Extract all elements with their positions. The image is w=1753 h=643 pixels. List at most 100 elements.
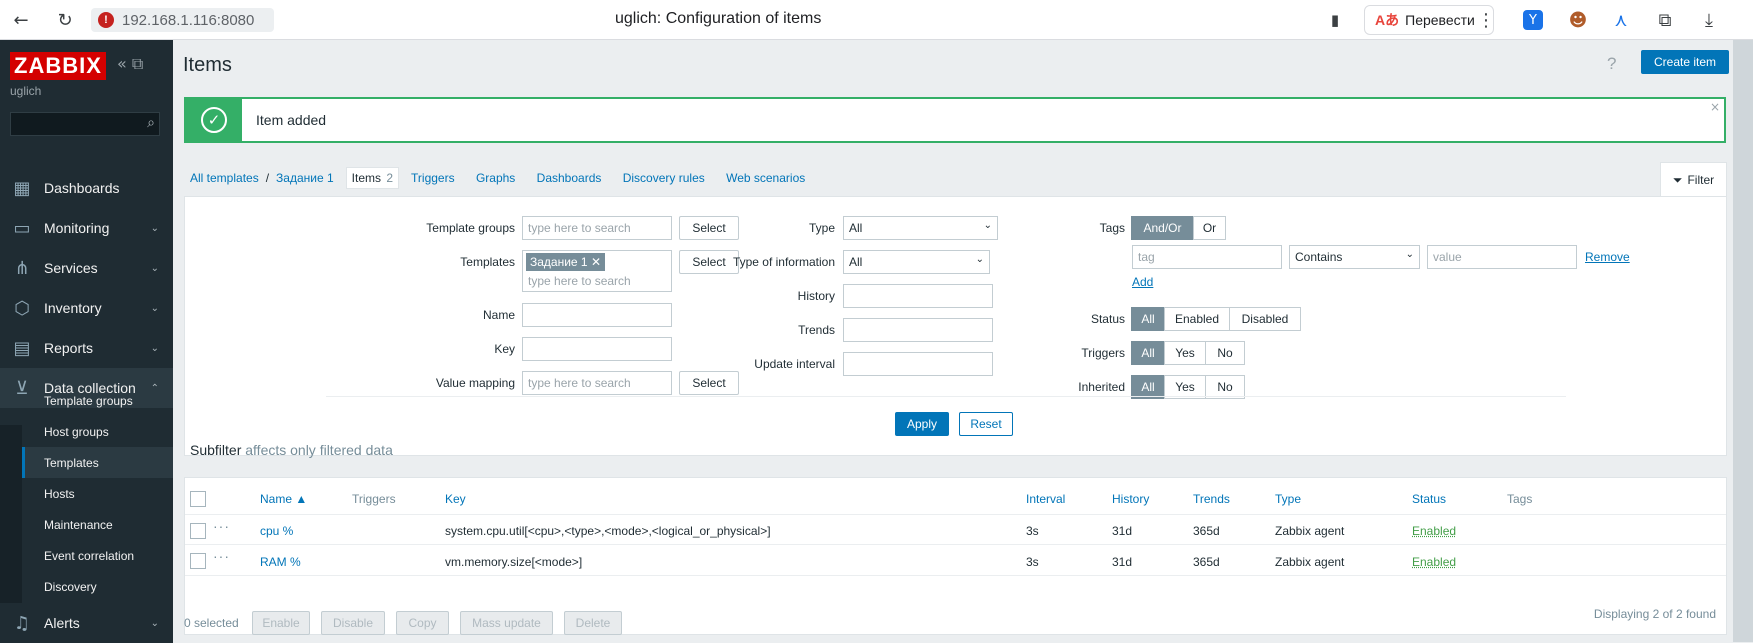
template-chip-label: Задание 1 bbox=[530, 255, 588, 269]
trends-input[interactable] bbox=[843, 318, 993, 342]
item-trends: 365d bbox=[1193, 555, 1220, 569]
select-all-checkbox[interactable] bbox=[190, 491, 206, 507]
enable-button[interactable]: Enable bbox=[252, 611, 310, 635]
subfilter-title: Subfilter bbox=[190, 442, 242, 458]
status-enabled-option[interactable]: Enabled bbox=[1164, 307, 1230, 331]
value-mapping-input[interactable]: type here to search bbox=[522, 371, 672, 395]
mass-update-button[interactable]: Mass update bbox=[460, 611, 553, 635]
templates-label: Templates bbox=[460, 255, 515, 269]
sidebar-search-input[interactable]: ⌕ bbox=[10, 112, 160, 136]
row-menu-icon[interactable]: ··· bbox=[213, 518, 230, 534]
column-header-interval[interactable]: Interval bbox=[1026, 492, 1065, 506]
item-status-toggle[interactable]: Enabled bbox=[1412, 555, 1456, 569]
tags-evaltype-toggle: And/Or Or bbox=[1131, 216, 1226, 240]
triggers-yes-option[interactable]: Yes bbox=[1164, 341, 1206, 365]
tab-items[interactable]: Items 2 bbox=[345, 167, 400, 189]
extension-avatar-icon[interactable]: ☻ bbox=[1566, 8, 1590, 32]
row-checkbox[interactable] bbox=[190, 523, 206, 539]
menu-item-services[interactable]: ⋔ Services ⌄ bbox=[0, 248, 173, 288]
reset-button[interactable]: Reset bbox=[959, 412, 1013, 436]
column-header-status[interactable]: Status bbox=[1412, 492, 1446, 506]
column-header-history[interactable]: History bbox=[1112, 492, 1149, 506]
triggers-all-option[interactable]: All bbox=[1131, 341, 1165, 365]
column-header-key[interactable]: Key bbox=[445, 492, 466, 506]
add-tag-link[interactable]: Add bbox=[1132, 275, 1153, 289]
chevron-down-icon: ⌄ bbox=[150, 262, 159, 274]
tags-or-option[interactable]: Or bbox=[1193, 216, 1226, 240]
more-icon[interactable]: ⋮ bbox=[1474, 8, 1498, 32]
collapse-sidebar-icon[interactable]: « ⧉ bbox=[117, 54, 143, 74]
menu-item-alerts[interactable]: ♫ Alerts ⌄ bbox=[0, 603, 173, 643]
submenu-maintenance[interactable]: Maintenance bbox=[22, 509, 173, 540]
create-item-button[interactable]: Create item bbox=[1641, 50, 1729, 74]
help-icon[interactable]: ? bbox=[1607, 54, 1616, 74]
submenu-event-correlation[interactable]: Event correlation bbox=[22, 540, 173, 571]
chevron-down-icon: ⌄ bbox=[150, 342, 159, 354]
tab-dashboards[interactable]: Dashboards bbox=[537, 171, 602, 185]
item-type: Zabbix agent bbox=[1275, 524, 1345, 538]
type-select[interactable]: All ⌄ bbox=[843, 216, 998, 240]
bookmark-icon[interactable]: ▮ bbox=[1323, 8, 1347, 32]
extension-y-icon[interactable]: Y bbox=[1523, 10, 1543, 30]
success-icon-box: ✓ bbox=[186, 99, 242, 141]
template-groups-label: Template groups bbox=[426, 221, 515, 235]
apply-button[interactable]: Apply bbox=[895, 412, 949, 436]
menu-item-dashboards[interactable]: ▦ Dashboards bbox=[0, 168, 173, 208]
status-disabled-option[interactable]: Disabled bbox=[1229, 307, 1301, 331]
item-name-link[interactable]: cpu % bbox=[260, 524, 293, 538]
tag-name-input[interactable]: tag bbox=[1132, 245, 1282, 269]
extensions-icon[interactable]: ⧉ bbox=[1653, 8, 1677, 32]
menu-item-reports[interactable]: ▤ Reports ⌄ bbox=[0, 328, 173, 368]
not-secure-icon[interactable]: ! bbox=[98, 12, 114, 28]
value-mapping-select-button[interactable]: Select bbox=[679, 371, 739, 395]
address-bar[interactable]: ! 192.168.1.116:8080 bbox=[91, 8, 274, 32]
tab-triggers[interactable]: Triggers bbox=[411, 171, 455, 185]
tag-value-input[interactable]: value bbox=[1427, 245, 1577, 269]
menu-item-inventory[interactable]: ⬡ Inventory ⌄ bbox=[0, 288, 173, 328]
delete-button[interactable]: Delete bbox=[564, 611, 622, 635]
download-icon[interactable]: ⤓ bbox=[1697, 8, 1721, 32]
tab-graphs[interactable]: Graphs bbox=[476, 171, 515, 185]
row-menu-icon[interactable]: ··· bbox=[213, 548, 230, 564]
disable-button[interactable]: Disable bbox=[321, 611, 385, 635]
submenu-host-groups[interactable]: Host groups bbox=[22, 416, 173, 447]
column-header-type[interactable]: Type bbox=[1275, 492, 1301, 506]
menu-item-monitoring[interactable]: ▭ Monitoring ⌄ bbox=[0, 208, 173, 248]
reload-icon[interactable]: ↻ bbox=[53, 8, 77, 32]
submenu-templates[interactable]: Templates bbox=[22, 447, 173, 478]
breadcrumb-template[interactable]: Задание 1 bbox=[276, 171, 334, 185]
search-icon[interactable]: ⌕ bbox=[147, 115, 155, 131]
submenu-template-groups[interactable]: Template groups bbox=[22, 385, 173, 416]
remove-chip-icon[interactable]: ✕ bbox=[591, 255, 601, 269]
history-input[interactable] bbox=[843, 284, 993, 308]
back-icon[interactable]: ← bbox=[9, 8, 33, 32]
item-history: 31d bbox=[1112, 555, 1133, 569]
tab-web-scenarios[interactable]: Web scenarios bbox=[726, 171, 805, 185]
status-all-option[interactable]: All bbox=[1131, 307, 1165, 331]
item-name-link[interactable]: RAM % bbox=[260, 555, 301, 569]
tags-andor-option[interactable]: And/Or bbox=[1131, 216, 1194, 240]
update-interval-input[interactable] bbox=[843, 352, 993, 376]
tab-discovery-rules[interactable]: Discovery rules bbox=[623, 171, 705, 185]
breadcrumb-all-templates[interactable]: All templates bbox=[190, 171, 259, 185]
column-header-name[interactable]: Name ▲ bbox=[260, 492, 307, 506]
close-icon[interactable]: × bbox=[1710, 100, 1720, 114]
triggers-no-option[interactable]: No bbox=[1205, 341, 1245, 365]
filter-tab[interactable]: ⏷ Filter bbox=[1660, 162, 1727, 197]
submenu-discovery[interactable]: Discovery bbox=[22, 571, 173, 602]
menu-label: Monitoring bbox=[44, 220, 110, 236]
item-status-toggle[interactable]: Enabled bbox=[1412, 524, 1456, 538]
item-type: Zabbix agent bbox=[1275, 555, 1345, 569]
item-key: system.cpu.util[<cpu>,<type>,<mode>,<log… bbox=[445, 524, 771, 538]
column-header-trends[interactable]: Trends bbox=[1193, 492, 1230, 506]
menu-label: Dashboards bbox=[44, 180, 120, 196]
copy-button[interactable]: Copy bbox=[396, 611, 449, 635]
tag-operator-value: Contains bbox=[1295, 250, 1343, 264]
zabbix-logo[interactable]: ZABBIX bbox=[10, 52, 106, 80]
remove-tag-link[interactable]: Remove bbox=[1585, 250, 1630, 264]
type-of-information-select[interactable]: All ⌄ bbox=[843, 250, 990, 274]
submenu-hosts[interactable]: Hosts bbox=[22, 478, 173, 509]
tag-operator-select[interactable]: Contains ⌄ bbox=[1289, 245, 1420, 269]
extension-bird-icon[interactable]: ⋏ bbox=[1609, 8, 1633, 32]
row-checkbox[interactable] bbox=[190, 553, 206, 569]
